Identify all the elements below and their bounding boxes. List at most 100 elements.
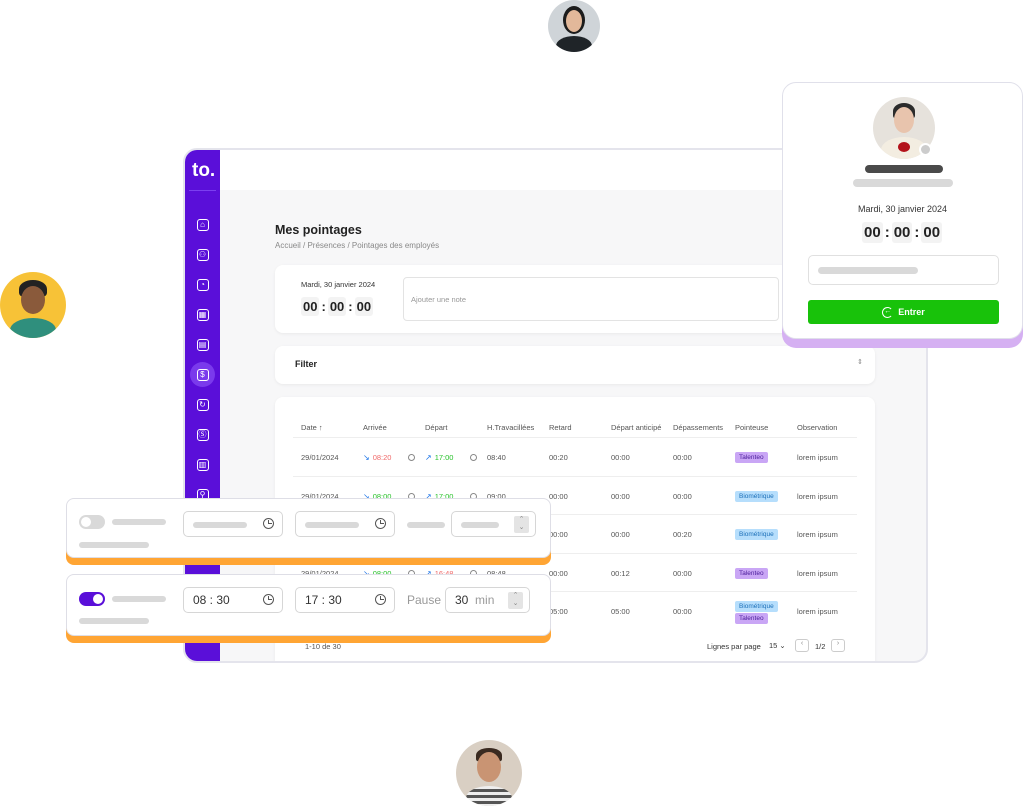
cell-arrivee: ↘ 08:20 <box>363 453 391 462</box>
row-divider <box>293 475 857 477</box>
pointeuse-badge: Biométrique <box>735 490 778 502</box>
departure-arrow-icon: ↗ <box>425 453 432 462</box>
document-icon: ▤ <box>196 338 209 351</box>
pointeuse-badge: Talenteo <box>735 452 768 463</box>
end-time-field[interactable]: 17 : 30 <box>295 587 395 613</box>
info-icon[interactable] <box>408 454 415 461</box>
rows-per-page-label: Lignes par page <box>707 642 761 651</box>
coin-icon: Ⓢ <box>196 428 209 441</box>
cell-depassements: 00:00 <box>673 607 692 616</box>
pagination-range: 1-10 de 30 <box>305 642 341 651</box>
cell-retard: 00:00 <box>549 568 568 578</box>
next-page-button[interactable]: › <box>831 639 845 652</box>
column-header: H.Travacillées <box>487 423 535 432</box>
sidebar-item-users[interactable]: ⚇ <box>190 242 215 267</box>
toggle-off[interactable] <box>79 515 105 529</box>
column-header: Pointeuse <box>735 423 769 432</box>
checkin-card: Mardi, 30 janvier 2024 00:00:00 ← Entrer <box>782 82 1023 339</box>
rows-per-page-select[interactable]: 15 ⌄ <box>769 641 786 650</box>
sidebar-item-clock[interactable]: ◔ <box>190 272 215 297</box>
cell-depart-anticipe: 00:00 <box>611 530 630 539</box>
pause-field[interactable]: 30 min ⌃ ⌄ <box>445 587 530 613</box>
clock-icon <box>375 594 386 605</box>
cell-observation: lorem ipsum <box>797 491 838 501</box>
avatar-man-left <box>0 272 66 338</box>
seconds: 00 <box>921 222 943 243</box>
pointeuse-badge: Talenteo <box>735 613 768 624</box>
clock-date: Mardi, 30 janvier 2024 <box>301 280 376 289</box>
arrival-arrow-icon: ↘ <box>363 453 370 462</box>
hours: 00 <box>862 222 883 243</box>
pause-label: Pause <box>407 593 442 607</box>
enter-button-label: Entrer <box>898 307 925 317</box>
filter-bar[interactable]: Filter ⇕ <box>275 346 875 384</box>
stepper-icon[interactable]: ⌃ ⌄ <box>514 516 529 533</box>
column-header: Arrivée <box>363 423 387 432</box>
cell-retard: 00:20 <box>549 453 568 462</box>
home-icon: ⌂ <box>196 218 209 231</box>
departure-time: 17:00 <box>434 453 454 462</box>
cell-depassements: 00:00 <box>673 453 692 462</box>
cell-retard: 05:00 <box>549 607 568 616</box>
rows-per-page-value: 15 <box>769 641 778 650</box>
sidebar-item-calendar[interactable]: ▦ <box>190 302 215 327</box>
prev-page-button[interactable]: ‹ <box>795 639 809 652</box>
column-header[interactable]: Date ↑ <box>301 423 323 432</box>
sidebar-item-home[interactable]: ⌂ <box>190 212 215 237</box>
sidebar-item-document[interactable]: ▤ <box>190 332 215 357</box>
sidebar-item-refresh[interactable]: ↻ <box>190 392 215 417</box>
pointeuse-badge: Biométrique <box>735 601 778 612</box>
enter-button[interactable]: ← Entrer <box>808 300 999 324</box>
calendar-icon: ▦ <box>196 308 209 321</box>
name-placeholder <box>865 165 943 173</box>
cell-depart-anticipe: 00:12 <box>611 568 630 578</box>
refresh-icon: ↻ <box>196 398 209 411</box>
note-input[interactable]: Ajouter une note <box>403 277 779 321</box>
info-icon[interactable] <box>470 454 477 461</box>
sidebar-item-building[interactable]: ▥ <box>190 452 215 477</box>
cell-depart-anticipe: 00:00 <box>611 453 630 462</box>
checkin-input[interactable] <box>808 255 999 285</box>
page-indicator: 1/2 <box>815 642 826 651</box>
avatar-man-bottom <box>456 740 522 806</box>
schedule-row-disabled: ⌃ ⌄ <box>66 498 551 558</box>
pointeuse-badge: Talenteo <box>735 567 768 579</box>
cell-observation: lorem ipsum <box>797 607 838 616</box>
column-header: Observation <box>797 423 838 432</box>
column-header: Départ <box>425 423 448 432</box>
hours: 00 <box>301 297 320 316</box>
building-icon: ▥ <box>196 458 209 471</box>
row-divider <box>293 437 857 438</box>
cell-depassements: 00:00 <box>673 568 692 578</box>
cell-depart-anticipe: 00:00 <box>611 491 630 501</box>
cell-depart-anticipe: 05:00 <box>611 607 630 616</box>
end-time-value: 17 : 30 <box>305 593 342 607</box>
stepper-icon[interactable]: ⌃ ⌄ <box>508 592 523 609</box>
clock-icon <box>375 518 386 529</box>
clock-icon: ◔ <box>196 278 209 291</box>
start-time-field[interactable]: 08 : 30 <box>183 587 283 613</box>
toggle-on[interactable] <box>79 592 105 606</box>
pause-field[interactable]: ⌃ ⌄ <box>451 511 536 537</box>
page-title: Mes pointages <box>275 223 362 237</box>
column-header: Départ anticipé <box>611 423 662 432</box>
sort-chevron-icon[interactable]: ⇕ <box>857 358 863 366</box>
clock-timer: 00:00:00 <box>301 297 374 316</box>
sidebar-item-dollar[interactable]: $ <box>190 362 215 387</box>
cell-observation: lorem ipsum <box>797 530 838 539</box>
cell-hours: 08:40 <box>487 453 506 462</box>
role-placeholder <box>853 179 953 187</box>
start-time-value: 08 : 30 <box>193 593 230 607</box>
divider <box>189 190 216 191</box>
end-time-field[interactable] <box>295 511 395 537</box>
clock-icon <box>263 518 274 529</box>
sidebar-item-coin[interactable]: Ⓢ <box>190 422 215 447</box>
logo: to. <box>192 160 216 181</box>
column-header: Retard <box>549 423 572 432</box>
cell-depart: ↗ 17:00 <box>425 453 453 462</box>
cell-observation: lorem ipsum <box>797 568 838 578</box>
login-icon: ← <box>882 306 894 318</box>
start-time-field[interactable] <box>183 511 283 537</box>
cell-retard: 00:00 <box>549 491 568 501</box>
cell-retard: 00:00 <box>549 530 568 539</box>
